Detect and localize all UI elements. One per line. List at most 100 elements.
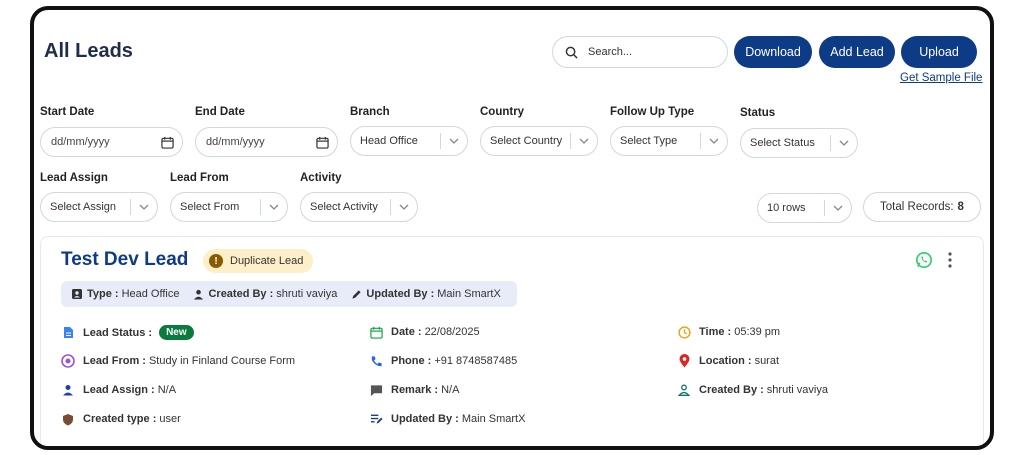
field-location: Location : surat [677,354,779,368]
date-value: 22/08/2025 [424,326,480,338]
lead-from-select[interactable]: Select From [170,192,288,222]
lead-assign-select[interactable]: Select Assign [40,192,158,222]
field-lead-status: Lead Status : New [61,325,194,340]
person-icon [194,289,204,300]
comment-icon [369,383,383,397]
duplicate-lead-text: Duplicate Lead [230,255,304,267]
get-sample-file-link[interactable]: Get Sample File [900,72,982,84]
info-updated-by: Updated By : Main SmartX [351,288,501,300]
contact-card-icon [72,289,82,299]
chevron-down-icon [571,138,597,144]
updated-by-label: Updated By : [391,413,459,425]
activity-label: Activity [300,172,342,184]
created-by-value: shruti vaviya [766,384,828,396]
lead-card: Test Dev Lead ! Duplicate Lead Type : He… [40,236,984,446]
info-created-by-label: Created By : [208,288,274,300]
date-label: Date : [391,326,422,338]
lead-from-value: Select From [180,201,240,213]
search-box[interactable] [552,36,728,68]
document-icon [61,326,75,340]
start-date-value: dd/mm/yyyy [51,136,110,148]
warning-icon: ! [209,254,223,268]
lead-from-field-label: Lead From : [83,355,146,367]
lead-assign-label: Lead Assign [40,172,108,184]
chevron-down-icon [441,138,467,144]
activity-select[interactable]: Select Activity [300,192,418,222]
info-type-value: Head Office [121,288,180,300]
activity-value: Select Activity [310,201,378,213]
created-by-label: Created By : [699,384,764,396]
shield-icon [61,412,75,426]
more-options-icon[interactable] [947,251,953,269]
person-icon [61,383,75,397]
page-title: All Leads [44,40,133,62]
calendar-icon [369,325,383,339]
info-type-label: Type : [87,288,119,300]
field-created-type: Created type : user [61,412,181,426]
field-time: Time : 05:39 pm [677,325,780,339]
start-date-input[interactable]: dd/mm/yyyy [40,127,183,157]
chevron-down-icon [261,204,287,210]
phone-label: Phone : [391,355,432,367]
list-edit-icon [369,412,383,426]
chevron-down-icon [701,138,727,144]
branch-label: Branch [350,106,390,118]
chevron-down-icon [391,204,417,210]
field-date: Date : 22/08/2025 [369,325,480,339]
rows-per-page-value: 10 rows [767,202,806,214]
field-created-by: Created By : shruti vaviya [677,383,828,397]
end-date-input[interactable]: dd/mm/yyyy [195,127,338,157]
follow-up-type-label: Follow Up Type [610,106,695,118]
info-created-by-value: shruti vaviya [276,288,338,300]
lead-from-label: Lead From [170,172,229,184]
remark-label: Remark : [391,384,439,396]
branch-value: Head Office [360,135,418,147]
calendar-icon[interactable] [161,136,174,149]
location-value: surat [754,355,780,367]
target-icon [61,354,75,368]
field-lead-assign: Lead Assign : N/A [61,383,176,397]
country-label: Country [480,106,525,118]
app-frame: All Leads Download Add Lead Upload Get S… [30,6,994,450]
status-select[interactable]: Select Status [740,128,858,158]
branch-select[interactable]: Head Office [350,126,468,156]
lead-assign-value: Select Assign [50,201,117,213]
total-records-count: 8 [957,201,964,213]
info-updated-by-label: Updated By : [366,288,435,300]
location-pin-icon [677,354,691,368]
search-input[interactable] [588,46,718,58]
lead-name[interactable]: Test Dev Lead [61,249,188,271]
add-lead-button[interactable]: Add Lead [819,36,895,68]
updated-by-value: Main SmartX [461,413,526,425]
lead-info-bar: Type : Head Office Created By : shruti v… [61,281,517,307]
calendar-icon[interactable] [316,136,329,149]
person-outline-icon [677,383,691,397]
status-value: Select Status [750,137,815,149]
chevron-down-icon [825,205,851,211]
total-records-label: Total Records: [880,201,954,213]
phone-value: +91 8748587485 [434,355,518,367]
lead-status-label: Lead Status : [83,326,153,339]
follow-up-type-select[interactable]: Select Type [610,126,728,156]
download-button[interactable]: Download [734,36,812,68]
pencil-icon [352,289,362,299]
country-select[interactable]: Select Country [480,126,598,156]
clock-icon [677,325,691,339]
rows-per-page-select[interactable]: 10 rows [757,193,852,223]
info-type: Type : Head Office [71,288,179,300]
search-icon [565,46,578,59]
chevron-down-icon [131,204,157,210]
upload-button[interactable]: Upload [901,36,977,68]
info-created-by: Created By : shruti vaviya [193,288,337,300]
lead-assign-field-label: Lead Assign : [83,384,155,396]
end-date-label: End Date [195,106,245,118]
country-value: Select Country [490,135,563,147]
lead-from-field-value: Study in Finland Course Form [148,355,296,367]
lead-assign-field-value: N/A [157,384,177,396]
start-date-label: Start Date [40,106,95,118]
field-phone: Phone : +91 8748587485 [369,354,517,368]
whatsapp-icon[interactable] [915,251,933,269]
phone-icon [369,354,383,368]
total-records: Total Records: 8 [863,192,981,222]
created-type-label: Created type : [83,413,157,425]
